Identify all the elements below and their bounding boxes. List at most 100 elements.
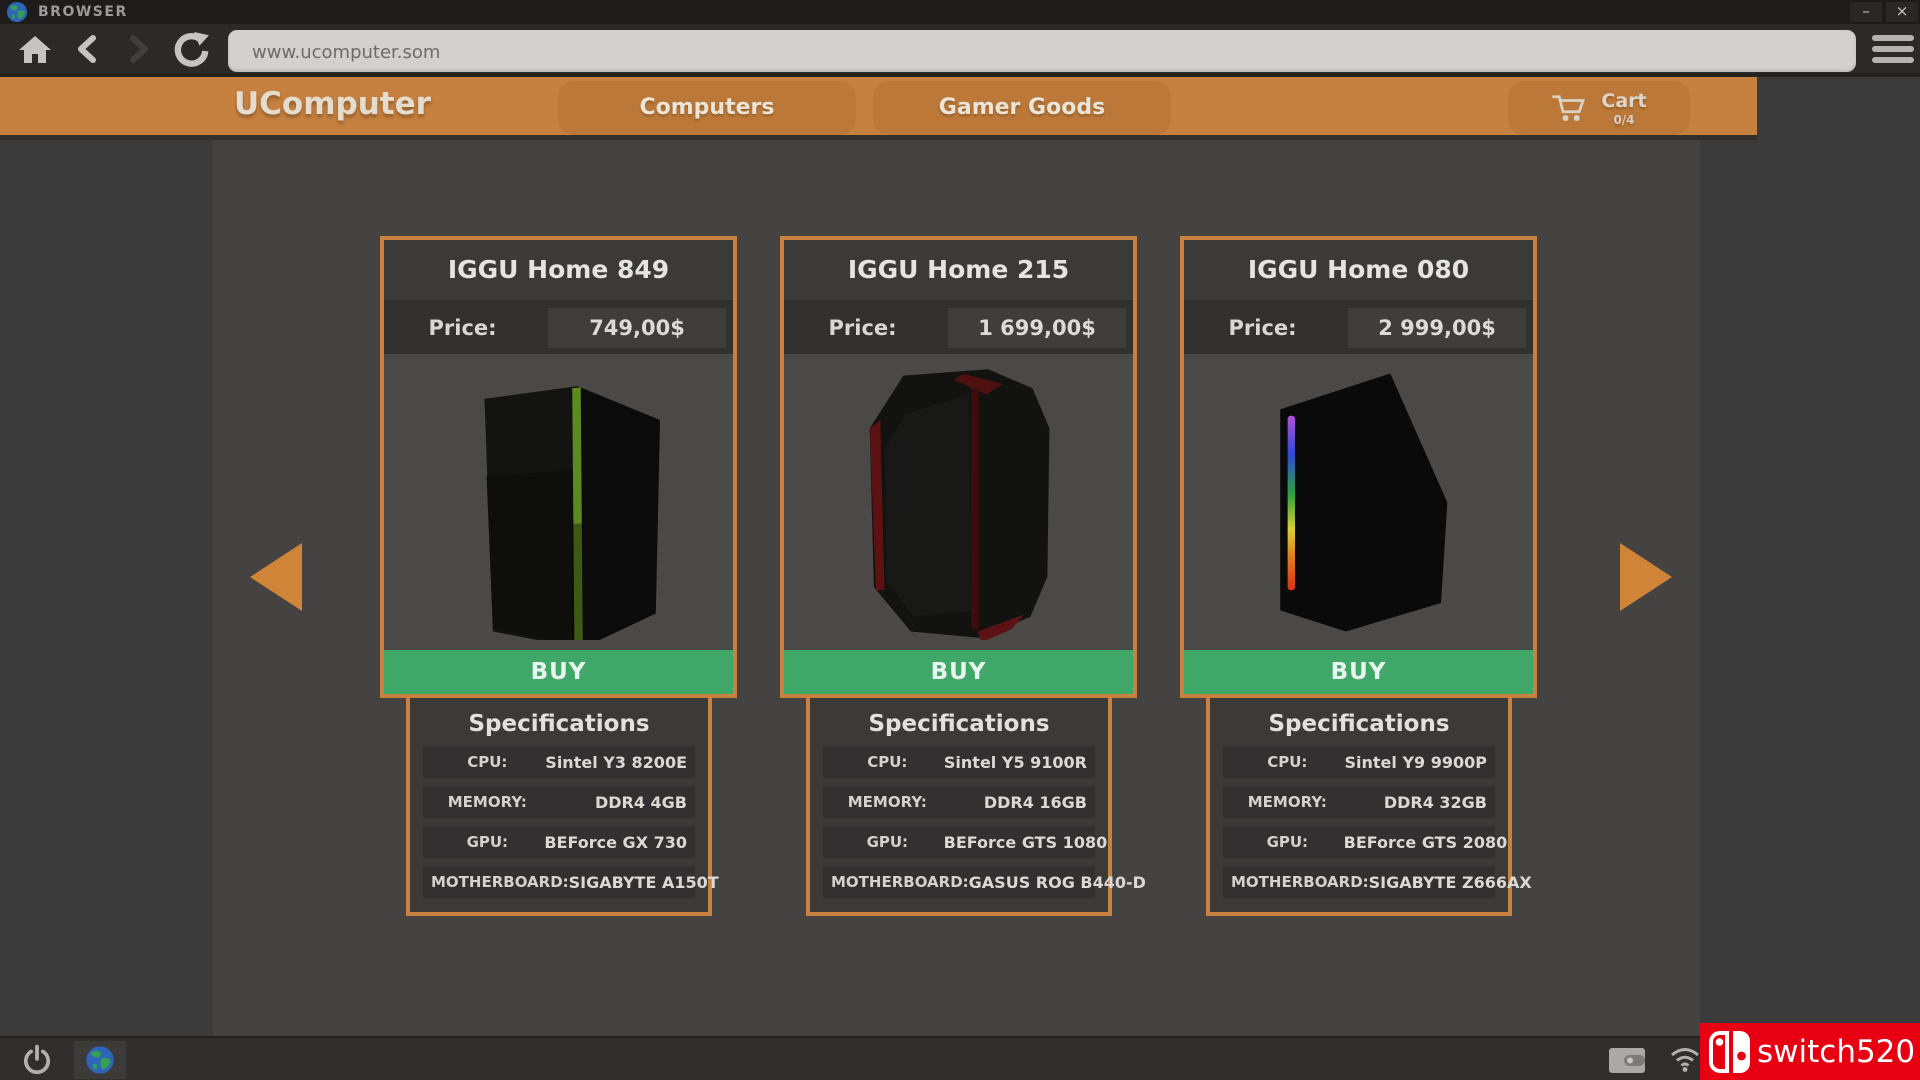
spec-label: CPU: (1231, 753, 1344, 771)
spec-label: GPU: (431, 833, 544, 851)
spec-row: MEMORY: DDR4 16GB (823, 786, 1095, 818)
product-card: IGGU Home 849 Price: 749,00$ BUY (380, 236, 737, 698)
spec-value: GASUS ROG B440-D (969, 873, 1146, 892)
cart-label: Cart (1601, 90, 1646, 112)
url-bar: ☆ (228, 30, 1856, 72)
spec-value: Sintel Y9 9900P (1344, 753, 1487, 772)
price-row: Price: 2 999,00$ (1184, 302, 1533, 354)
price-row: Price: 1 699,00$ (784, 302, 1133, 354)
price-label: Price: (1184, 302, 1341, 354)
back-button[interactable] (72, 34, 102, 68)
power-icon (22, 1044, 52, 1076)
product-image (784, 354, 1133, 650)
spec-value: DDR4 32GB (1344, 793, 1487, 812)
spec-label: CPU: (431, 753, 544, 771)
back-arrow-icon (72, 34, 102, 64)
refresh-button[interactable] (172, 31, 210, 73)
watermark-text: switch520 (1757, 1034, 1915, 1070)
game-screen: BROWSER – × ☆ (0, 0, 1920, 1080)
switch-logo-icon (1708, 1030, 1752, 1074)
wallet-icon[interactable] (1608, 1047, 1646, 1078)
buy-button[interactable]: BUY (384, 650, 733, 694)
spec-value: BEForce GX 730 (544, 833, 687, 852)
spec-row: MOTHERBOARD: SIGABYTE A150T (423, 866, 695, 898)
menu-button[interactable] (1872, 35, 1914, 65)
spec-label: MEMORY: (831, 793, 944, 811)
site-logo[interactable]: UComputer (234, 86, 431, 122)
pc-case-green-led (451, 365, 666, 640)
spec-value: SIGABYTE A150T (569, 873, 719, 892)
spec-label: GPU: (1231, 833, 1344, 851)
spec-label: MEMORY: (431, 793, 544, 811)
pc-case-red-trim (851, 365, 1066, 640)
browser-toolbar: ☆ (0, 24, 1920, 77)
globe-icon (85, 1045, 115, 1075)
specs-title: Specifications (1210, 698, 1508, 746)
hamburger-icon (1872, 35, 1914, 41)
specs-title: Specifications (410, 698, 708, 746)
price-value: 749,00$ (548, 308, 726, 348)
spec-label: MOTHERBOARD: (1231, 873, 1369, 891)
spec-row: MEMORY: DDR4 4GB (423, 786, 695, 818)
minimize-button[interactable]: – (1850, 2, 1882, 22)
spec-value: DDR4 16GB (944, 793, 1087, 812)
price-value: 2 999,00$ (1348, 308, 1526, 348)
spec-row: MOTHERBOARD: SIGABYTE Z666AX (1223, 866, 1495, 898)
url-input[interactable] (250, 30, 1794, 74)
spec-row: GPU: BEForce GTS 2080 (1223, 826, 1495, 858)
specs-title: Specifications (810, 698, 1108, 746)
carousel-prev-button[interactable] (250, 543, 302, 611)
site-navbar: UComputer Computers Gamer Goods Cart 0/4 (0, 77, 1757, 135)
cart-button[interactable]: Cart 0/4 (1508, 81, 1690, 135)
pc-case-rgb-led (1251, 365, 1466, 640)
watermark: switch520 (1700, 1023, 1920, 1080)
buy-button[interactable]: BUY (784, 650, 1133, 694)
price-label: Price: (384, 302, 541, 354)
spec-row: GPU: BEForce GX 730 (423, 826, 695, 858)
spec-label: CPU: (831, 753, 944, 771)
spec-row: CPU: Sintel Y3 8200E (423, 746, 695, 778)
spec-value: SIGABYTE Z666AX (1369, 873, 1532, 892)
product-card: IGGU Home 080 Price: 2 999,00$ (1180, 236, 1537, 698)
spec-row: GPU: BEForce GTS 1080 (823, 826, 1095, 858)
carousel-next-button[interactable] (1620, 543, 1672, 611)
tab-computers[interactable]: Computers (558, 81, 856, 135)
spec-value: DDR4 4GB (544, 793, 687, 812)
spec-row: MEMORY: DDR4 32GB (1223, 786, 1495, 818)
price-row: Price: 749,00$ (384, 302, 733, 354)
product-card: IGGU Home 215 Price: 1 699,00$ BUY (780, 236, 1137, 698)
specs-panel: Specifications CPU: Sintel Y9 9900P MEMO… (1206, 694, 1512, 916)
forward-arrow-icon (124, 34, 154, 64)
price-value: 1 699,00$ (948, 308, 1126, 348)
product-title: IGGU Home 849 (384, 240, 733, 302)
browser-app-button[interactable] (74, 1041, 126, 1079)
home-icon (18, 34, 52, 64)
cart-count: 0/4 (1601, 113, 1646, 127)
spec-row: CPU: Sintel Y5 9100R (823, 746, 1095, 778)
tab-gamer-goods[interactable]: Gamer Goods (873, 81, 1171, 135)
spec-label: MOTHERBOARD: (831, 873, 969, 891)
product-image (384, 354, 733, 650)
specs-panel: Specifications CPU: Sintel Y5 9100R MEMO… (806, 694, 1112, 916)
close-button[interactable]: × (1886, 2, 1918, 22)
spec-value: BEForce GTS 2080 (1344, 833, 1508, 852)
spec-label: MOTHERBOARD: (431, 873, 569, 891)
spec-label: GPU: (831, 833, 944, 851)
wifi-icon[interactable] (1668, 1045, 1702, 1077)
product-image (1184, 354, 1533, 650)
product-title: IGGU Home 080 (1184, 240, 1533, 302)
window-titlebar: BROWSER – × (0, 0, 1920, 24)
refresh-icon (172, 31, 210, 69)
forward-button[interactable] (124, 34, 154, 68)
power-button[interactable] (22, 1044, 52, 1080)
window-title: BROWSER (38, 0, 128, 24)
specs-panel: Specifications CPU: Sintel Y3 8200E MEMO… (406, 694, 712, 916)
cart-icon (1551, 93, 1585, 123)
buy-button[interactable]: BUY (1184, 650, 1533, 694)
product-title: IGGU Home 215 (784, 240, 1133, 302)
navbar-shadow (0, 135, 1757, 140)
spec-label: MEMORY: (1231, 793, 1344, 811)
home-button[interactable] (18, 34, 52, 68)
taskbar (0, 1036, 1920, 1080)
spec-value: Sintel Y5 9100R (944, 753, 1087, 772)
